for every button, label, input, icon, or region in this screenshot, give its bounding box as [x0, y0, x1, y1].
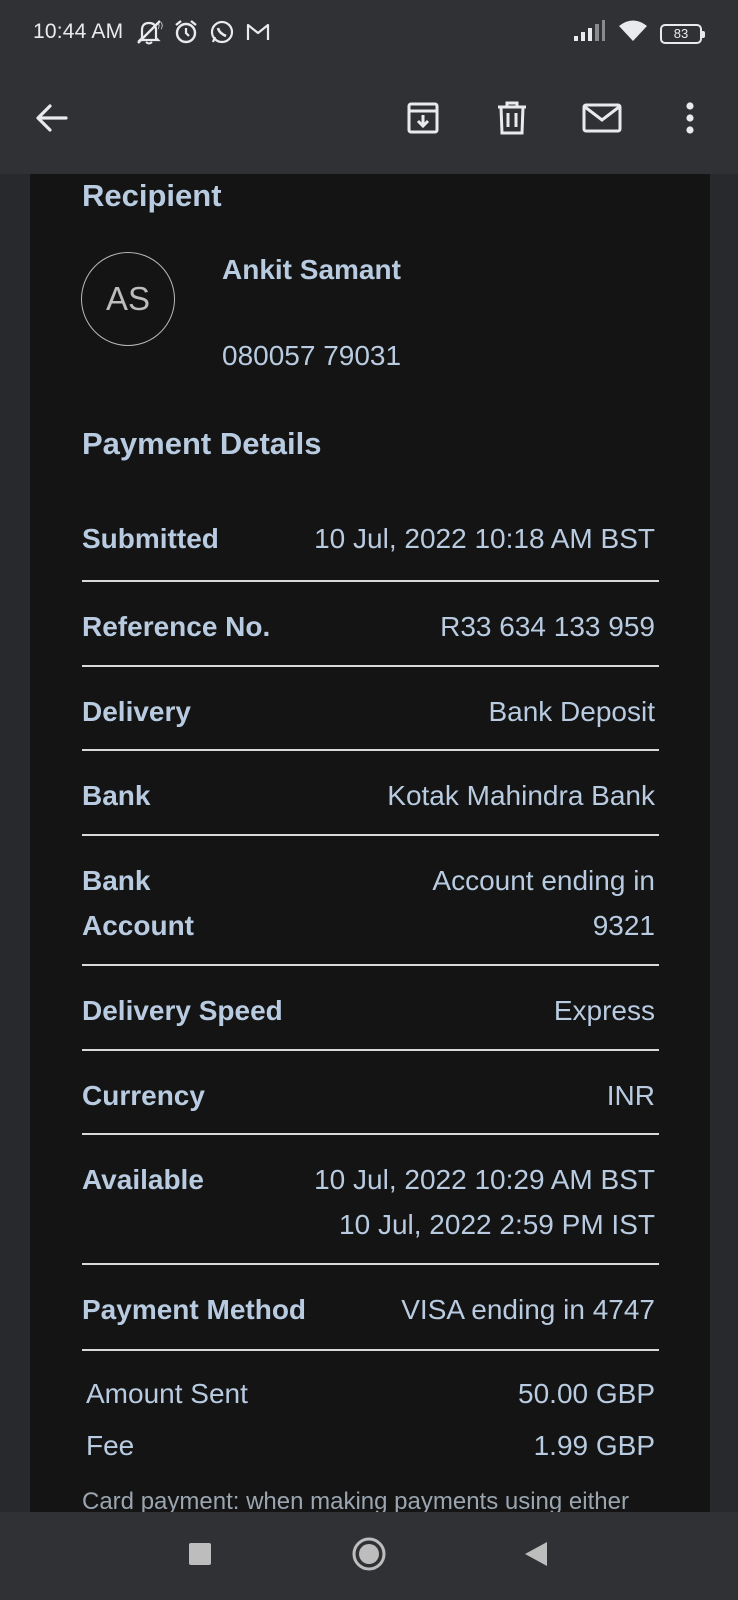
row-payment-method: Payment Method VISA ending in 4747 — [82, 1265, 659, 1351]
status-bar: 10:44 AM )) 83 — [0, 0, 738, 68]
row-delivery-speed: Delivery Speed Express — [82, 966, 659, 1051]
row-value-line: 10 Jul, 2022 10:29 AM BST — [314, 1164, 655, 1195]
row-value: Express — [553, 995, 655, 1026]
row-bank: Bank Kotak Mahindra Bank — [82, 751, 659, 836]
row-label: Payment Method — [82, 1294, 307, 1325]
battery-level: 83 — [673, 26, 689, 41]
row-value: Account ending in 9321 — [432, 858, 659, 948]
row-value-line: Account ending in — [432, 865, 655, 896]
row-value: VISA ending in 4747 — [401, 1294, 655, 1325]
back-arrow-icon — [35, 103, 69, 138]
gmail-icon — [244, 18, 272, 51]
whatsapp-icon — [208, 18, 236, 51]
fee-value: 1.99 GBP — [533, 1430, 655, 1461]
archive-icon — [405, 100, 441, 141]
row-reference: Reference No. R33 634 133 959 — [82, 582, 659, 667]
mark-unread-button[interactable] — [574, 92, 630, 148]
notifications-off-icon: )) — [134, 18, 164, 51]
archive-button[interactable] — [395, 92, 451, 148]
avatar-initials: AS — [105, 280, 151, 317]
status-icons-left: )) — [134, 18, 272, 51]
battery-icon: 83 — [660, 23, 705, 44]
row-label: Delivery Speed — [82, 995, 283, 1026]
email-body[interactable]: Recipient AS Ankit Samant 080057 79031 P… — [30, 174, 710, 1512]
svg-text:)): )) — [157, 21, 163, 30]
amount-sent-label: Amount Sent — [86, 1378, 248, 1409]
recipient-title: Recipient — [82, 178, 222, 213]
recents-button[interactable] — [178, 1534, 222, 1578]
fee-label: Fee — [86, 1430, 135, 1461]
row-submitted: Submitted 10 Jul, 2022 10:18 AM BST — [82, 494, 659, 582]
row-value: Kotak Mahindra Bank — [387, 780, 655, 811]
row-delivery: Delivery Bank Deposit — [82, 667, 659, 751]
recipient-phone[interactable]: 080057 79031 — [222, 340, 401, 372]
home-button[interactable] — [347, 1534, 391, 1578]
signal-icon — [572, 20, 606, 47]
alarm-icon — [172, 18, 200, 51]
row-label: Delivery — [82, 696, 191, 727]
delete-icon — [495, 100, 529, 141]
more-options-button[interactable] — [662, 92, 718, 148]
row-label: Currency — [82, 1080, 205, 1111]
avatar: AS — [81, 252, 175, 346]
row-currency: Currency INR — [82, 1051, 659, 1135]
delete-button[interactable] — [484, 92, 540, 148]
row-label-line: Account — [82, 910, 194, 941]
wifi-icon — [618, 20, 648, 47]
recipient-name: Ankit Samant — [222, 254, 401, 285]
row-value: R33 634 133 959 — [440, 611, 655, 642]
row-available: Available 10 Jul, 2022 10:29 AM BST 10 J… — [82, 1135, 659, 1265]
row-value-line: 9321 — [592, 910, 655, 941]
recents-square-icon — [189, 1542, 211, 1570]
back-triangle-icon — [523, 1540, 549, 1573]
fee-row: Fee 1.99 GBP — [86, 1430, 655, 1462]
row-value-line: 10 Jul, 2022 2:59 PM IST — [339, 1209, 655, 1240]
status-icons-right: 83 — [572, 20, 705, 47]
row-value: INR — [606, 1080, 655, 1111]
navigation-bar — [0, 1512, 738, 1600]
back-button[interactable] — [24, 92, 80, 148]
row-label: Bank Account — [82, 858, 194, 948]
row-label-line: Bank — [82, 865, 151, 896]
back-nav-button[interactable] — [514, 1534, 558, 1578]
toolbar — [0, 68, 738, 174]
footnote-text: Card payment: when making payments using… — [82, 1488, 629, 1512]
amount-sent-row: Amount Sent 50.00 GBP — [86, 1378, 655, 1410]
more-vert-icon — [685, 101, 695, 140]
row-label: Reference No. — [82, 611, 271, 642]
row-bank-account: Bank Account Account ending in 9321 — [82, 836, 659, 966]
row-value: 10 Jul, 2022 10:18 AM BST — [314, 523, 655, 554]
row-value: 10 Jul, 2022 10:29 AM BST 10 Jul, 2022 2… — [314, 1157, 659, 1247]
amount-sent-value: 50.00 GBP — [518, 1378, 655, 1409]
status-time: 10:44 AM — [33, 20, 124, 43]
row-label: Submitted — [82, 523, 219, 554]
row-label: Available — [82, 1164, 204, 1195]
row-label: Bank — [82, 780, 151, 811]
payment-details-title: Payment Details — [82, 426, 322, 461]
mark-unread-icon — [582, 103, 622, 138]
row-value: Bank Deposit — [488, 696, 655, 727]
home-circle-icon — [351, 1536, 387, 1577]
